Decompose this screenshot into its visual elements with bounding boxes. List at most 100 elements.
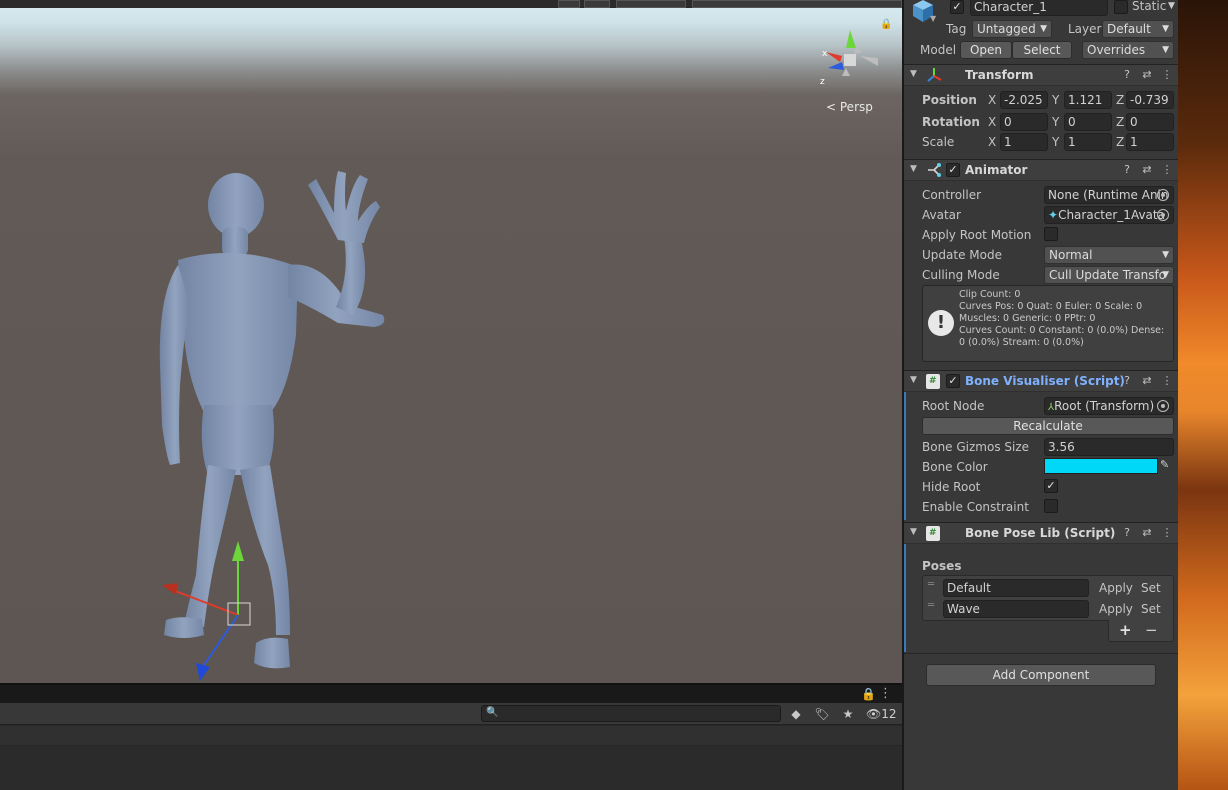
help-icon[interactable]: ? [1120, 68, 1134, 81]
hide-root-checkbox[interactable]: ✓ [1044, 479, 1058, 493]
axis-z-label[interactable]: Z [1116, 135, 1124, 149]
rotation-y-field[interactable]: 0 [1064, 113, 1112, 131]
axis-x-label[interactable]: X [988, 93, 996, 107]
animator-header[interactable]: ▼ ✓ Animator ? ⇄ ⋮ [904, 159, 1178, 181]
move-x-arrow[interactable] [162, 583, 178, 595]
axis-z-label[interactable]: Z [1116, 115, 1124, 129]
scene-toolbar-button[interactable] [558, 0, 580, 8]
label-icon[interactable]: 🏷 [812, 705, 832, 723]
bone-color-swatch[interactable] [1044, 458, 1158, 474]
position-y-field[interactable]: 1.121 [1064, 91, 1112, 109]
scene-toolbar-button[interactable] [584, 0, 610, 8]
rotation-x-field[interactable]: 0 [1000, 113, 1048, 131]
object-name-field[interactable]: Character_1 [970, 0, 1108, 16]
drag-handle-icon[interactable]: ═ [928, 600, 934, 611]
gizmo-y-axis[interactable] [846, 30, 856, 48]
preset-icon[interactable]: ⇄ [1140, 374, 1154, 387]
move-z-arrow[interactable] [196, 663, 210, 681]
list-item[interactable] [0, 726, 902, 746]
transform-header[interactable]: ▼ Transform ? ⇄ ⋮ [904, 64, 1178, 86]
gizmo-z-axis[interactable] [828, 62, 844, 70]
remove-pose-button[interactable]: − [1145, 621, 1158, 639]
position-z-field[interactable]: -0.739 [1126, 91, 1174, 109]
list-item[interactable]: ═ Wave Apply Set [923, 599, 1175, 619]
scale-x-field[interactable]: 1 [1000, 133, 1048, 151]
gizmos-dropdown[interactable] [616, 0, 686, 8]
more-icon[interactable]: ⋮ [879, 686, 892, 701]
eyedropper-icon[interactable]: ✎ [1160, 458, 1169, 471]
gizmo-center-cube[interactable] [844, 54, 856, 66]
apply-button[interactable]: Apply [1099, 602, 1133, 616]
hidden-count[interactable]: 👁12 [866, 705, 897, 723]
static-checkbox[interactable] [1114, 0, 1128, 14]
projection-label[interactable]: < Persp [826, 100, 873, 114]
add-component-button[interactable]: Add Component [926, 664, 1156, 686]
gizmo-x-axis[interactable] [826, 52, 842, 62]
more-icon[interactable]: ⋮ [1160, 163, 1174, 176]
add-pose-button[interactable]: + [1119, 621, 1132, 639]
bone-visualiser-enabled-checkbox[interactable]: ✓ [946, 374, 960, 388]
apply-root-motion-checkbox[interactable] [1044, 227, 1058, 241]
scale-z-field[interactable]: 1 [1126, 133, 1174, 151]
apply-button[interactable]: Apply [1099, 581, 1133, 595]
axis-y-label[interactable]: Y [1052, 93, 1059, 107]
lock-icon[interactable]: 🔒 [861, 687, 876, 701]
scale-y-field[interactable]: 1 [1064, 133, 1112, 151]
axis-z-label[interactable]: Z [1116, 93, 1124, 107]
more-icon[interactable]: ⋮ [1160, 526, 1174, 539]
list-item[interactable]: ═ Default Apply Set [923, 578, 1175, 598]
static-label[interactable]: Static [1132, 0, 1166, 13]
move-y-arrow[interactable] [232, 541, 244, 561]
gizmo-size-field[interactable]: 3.56 [1044, 438, 1174, 456]
chevron-down-icon[interactable]: ▼ [1168, 1, 1175, 11]
drag-handle-icon[interactable]: ═ [928, 579, 934, 590]
axis-x-label[interactable]: X [988, 135, 996, 149]
bone-visualiser-header[interactable]: ▼ # ✓ Bone Visualiser (Script) ? ⇄ ⋮ [904, 370, 1178, 392]
overrides-dropdown[interactable]: Overrides ▼ [1082, 41, 1174, 59]
move-z-axis[interactable] [203, 614, 239, 666]
enable-constraint-checkbox[interactable] [1044, 499, 1058, 513]
preset-icon[interactable]: ⇄ [1140, 526, 1154, 539]
help-icon[interactable]: ? [1120, 163, 1134, 176]
set-button[interactable]: Set [1141, 581, 1161, 595]
orientation-gizmo[interactable]: x z [816, 26, 886, 92]
recalculate-button[interactable]: Recalculate [922, 417, 1174, 435]
pose-name-field[interactable]: Wave [943, 600, 1089, 618]
layer-dropdown[interactable]: Default ▼ [1102, 20, 1174, 38]
animator-enabled-checkbox[interactable]: ✓ [946, 163, 960, 177]
preset-icon[interactable]: ⇄ [1140, 68, 1154, 81]
console-list[interactable] [0, 726, 902, 790]
pose-name-field[interactable]: Default [943, 579, 1089, 597]
help-icon[interactable]: ? [1120, 526, 1134, 539]
target-icon[interactable] [1157, 189, 1169, 201]
filter-type-icon[interactable]: ◆ [786, 705, 806, 723]
axis-x-label[interactable]: X [988, 115, 996, 129]
set-button[interactable]: Set [1141, 602, 1161, 616]
scene-search-input[interactable] [692, 0, 902, 8]
scene-view[interactable]: 🔒 x z < Persp [0, 0, 902, 683]
culling-mode-dropdown[interactable]: Cull Update Transfo ▼ [1044, 266, 1174, 284]
open-button[interactable]: Open [960, 41, 1012, 59]
more-icon[interactable]: ⋮ [1160, 68, 1174, 81]
root-node-field[interactable]: ⅄Root (Transform) [1044, 397, 1174, 415]
fold-arrow-icon[interactable]: ▼ [910, 69, 917, 79]
axis-y-label[interactable]: Y [1052, 135, 1059, 149]
select-button[interactable]: Select [1012, 41, 1072, 59]
axis-y-label[interactable]: Y [1052, 115, 1059, 129]
tag-dropdown[interactable]: Untagged ▼ [972, 20, 1052, 38]
position-x-field[interactable]: -2.025 [1000, 91, 1048, 109]
gizmo-neg-x-axis[interactable] [860, 56, 878, 66]
move-tool-handle[interactable] [150, 535, 260, 683]
fold-arrow-icon[interactable]: ▼ [910, 527, 917, 537]
fold-arrow-icon[interactable]: ▼ [910, 164, 917, 174]
fold-arrow-icon[interactable]: ▼ [910, 375, 917, 385]
star-icon[interactable]: ★ [838, 705, 858, 723]
target-icon[interactable] [1157, 209, 1169, 221]
chevron-down-icon[interactable]: ▼ [930, 14, 936, 23]
help-icon[interactable]: ? [1120, 374, 1134, 387]
controller-field[interactable]: None (Runtime Anin [1044, 186, 1174, 204]
search-input[interactable]: 🔍 [481, 705, 781, 722]
preset-icon[interactable]: ⇄ [1140, 163, 1154, 176]
more-icon[interactable]: ⋮ [1160, 374, 1174, 387]
target-icon[interactable] [1157, 400, 1169, 412]
